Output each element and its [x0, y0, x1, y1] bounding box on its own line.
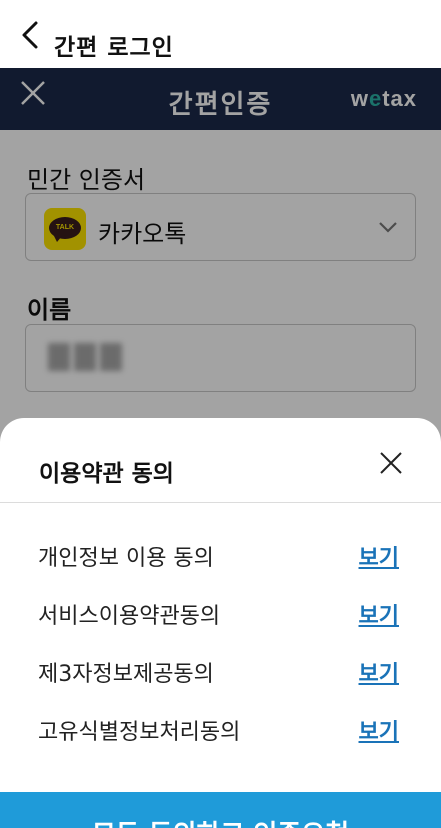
divider — [0, 502, 441, 503]
term-view-link[interactable]: 보기 — [359, 598, 399, 630]
term-view-link[interactable]: 보기 — [359, 540, 399, 572]
chevron-left-icon — [22, 21, 38, 49]
term-view-link[interactable]: 보기 — [359, 656, 399, 688]
term-row: 고유식별정보처리동의 보기 — [0, 710, 441, 750]
term-row: 제3자정보제공동의 보기 — [0, 652, 441, 692]
term-label: 고유식별정보처리동의 — [38, 720, 241, 745]
sheet-title: 이용약관 동의 — [39, 461, 174, 487]
term-label: 개인정보 이용 동의 — [38, 546, 214, 571]
agree-and-request-button[interactable]: 모두 동의하고 인증요청 — [0, 792, 441, 828]
close-icon — [380, 452, 402, 474]
term-row: 서비스이용약관동의 보기 — [0, 594, 441, 634]
terms-bottom-sheet: 이용약관 동의 개인정보 이용 동의 보기 서비스이용약관동의 보기 제3자정보… — [0, 418, 441, 828]
term-label: 서비스이용약관동의 — [38, 604, 221, 629]
app-header: 간편 로그인 — [0, 0, 441, 68]
back-button[interactable] — [16, 18, 44, 52]
confirm-button-label: 모두 동의하고 인증요청 — [0, 814, 441, 828]
sheet-close-button[interactable] — [379, 451, 403, 475]
term-view-link[interactable]: 보기 — [359, 714, 399, 746]
page-title: 간편 로그인 — [54, 35, 174, 61]
term-row: 개인정보 이용 동의 보기 — [0, 536, 441, 576]
term-label: 제3자정보제공동의 — [38, 662, 214, 687]
